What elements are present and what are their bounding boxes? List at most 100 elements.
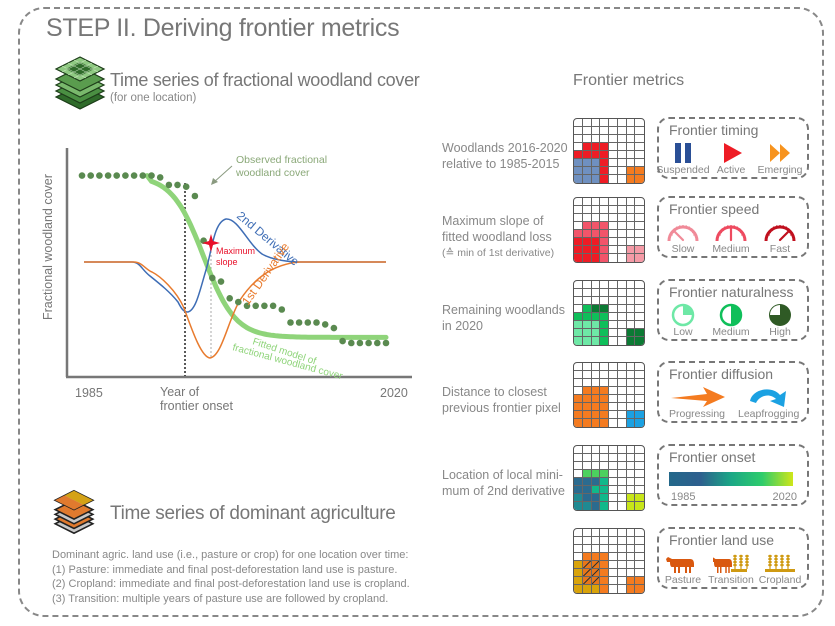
grid-cell (626, 411, 636, 419)
grid-cell (574, 569, 583, 577)
grid-cell (591, 214, 601, 222)
grid-cell (618, 337, 627, 345)
metric-grid (573, 280, 645, 346)
grid-cell (574, 206, 583, 214)
grid-cell (582, 454, 592, 462)
grid-cell (635, 175, 644, 183)
grid-cell (635, 281, 644, 289)
grid-cell (626, 387, 636, 395)
metric-label: Location of local mini-mum of 2nd deriva… (442, 467, 565, 499)
grid-cell (574, 167, 583, 175)
grid-cell (635, 214, 644, 222)
metric-item-caption: Emerging (757, 164, 803, 176)
gauge-fast-icon (764, 225, 796, 242)
grid-cell (626, 337, 636, 345)
grid-cell (574, 363, 583, 371)
grid-cell (609, 313, 618, 321)
grid-cell (626, 561, 636, 569)
grid-cell (626, 446, 636, 454)
metric-label-line: in 2020 (442, 319, 484, 333)
grid-cell (582, 143, 592, 151)
grid-cell (626, 454, 636, 462)
grid-cell (609, 379, 618, 387)
grid-cell (635, 478, 644, 486)
grid-cell (591, 411, 601, 419)
observed-point (382, 339, 390, 347)
grid-cell (600, 529, 609, 537)
grid-cell (618, 419, 627, 427)
metric-box-title: Frontier diffusion (669, 366, 774, 382)
grid-cell (609, 254, 618, 262)
grid-cell (617, 553, 627, 561)
metric-box-frontier-land-use: Frontier land use Pasture Transition Cropla… (657, 527, 809, 589)
grid-cell (626, 167, 636, 175)
metric-item-caption: Leapfrogging (738, 408, 800, 420)
grid-cell (574, 411, 583, 419)
metric-label-line: Maximum slope of (442, 214, 544, 228)
grid-cell (609, 561, 618, 569)
grid-cell (609, 478, 618, 486)
grid-cell (591, 371, 601, 379)
grid-cell (617, 403, 627, 411)
observed-label: Observed fractional (236, 154, 327, 166)
curved-arrow-icon (750, 389, 786, 407)
pie-half-icon (719, 303, 743, 327)
grid-cell (582, 569, 592, 577)
grid-cell (617, 529, 627, 537)
grid-cell (617, 577, 627, 585)
grid-cell (626, 371, 636, 379)
layer-stack-agri-icon (53, 489, 95, 535)
grid-cell (618, 254, 627, 262)
observed-point (148, 172, 155, 179)
grid-cell (635, 462, 644, 470)
grid-cell (609, 494, 618, 502)
pie-quarter-icon (671, 303, 695, 327)
grid-cell (574, 135, 583, 143)
grid-cell (600, 281, 609, 289)
grid-cell (635, 305, 644, 313)
grid-cell (609, 403, 618, 411)
grid-cell (574, 446, 583, 454)
grid-cell (609, 214, 618, 222)
grid-cell (626, 545, 636, 553)
grid-cell (635, 289, 644, 297)
grid-cell (635, 159, 644, 167)
metric-item-caption: Fast (769, 243, 791, 255)
grid-cell (626, 537, 636, 545)
grid-cell (609, 486, 618, 494)
observed-point (269, 302, 277, 310)
grid-cell (626, 329, 636, 337)
grid-cell (609, 553, 618, 561)
grid-cell (600, 214, 609, 222)
grid-cell (609, 337, 618, 345)
grid-cell (609, 305, 618, 313)
grid-cell (582, 230, 592, 238)
grid-cell (617, 411, 627, 419)
grid-cell (609, 577, 618, 585)
grid-cell (626, 478, 636, 486)
grid-cell (635, 127, 644, 135)
grid-cell (617, 321, 627, 329)
grid-cell (591, 502, 601, 510)
grid-cell (617, 462, 627, 470)
grid-cell (609, 230, 618, 238)
grid-cell (600, 403, 609, 411)
grid-cell (617, 198, 627, 206)
observed-point (104, 172, 112, 179)
grid-cell (591, 379, 601, 387)
agri-desc-line: (1) Pasture: immediate and final post-de… (52, 563, 398, 576)
grid-cell (600, 569, 609, 577)
grid-cell (617, 127, 627, 135)
grid-cell (591, 297, 601, 305)
grid-cell (609, 529, 618, 537)
grid-cell (600, 545, 609, 553)
grid-cell (574, 553, 583, 561)
grid-cell (609, 151, 618, 159)
grid-cell (635, 585, 644, 593)
observed-point (330, 324, 338, 332)
grid-cell (635, 387, 644, 395)
arrow-right-icon (671, 387, 725, 407)
grid-cell (617, 159, 627, 167)
grid-cell (574, 486, 583, 494)
grid-cell (591, 553, 601, 561)
